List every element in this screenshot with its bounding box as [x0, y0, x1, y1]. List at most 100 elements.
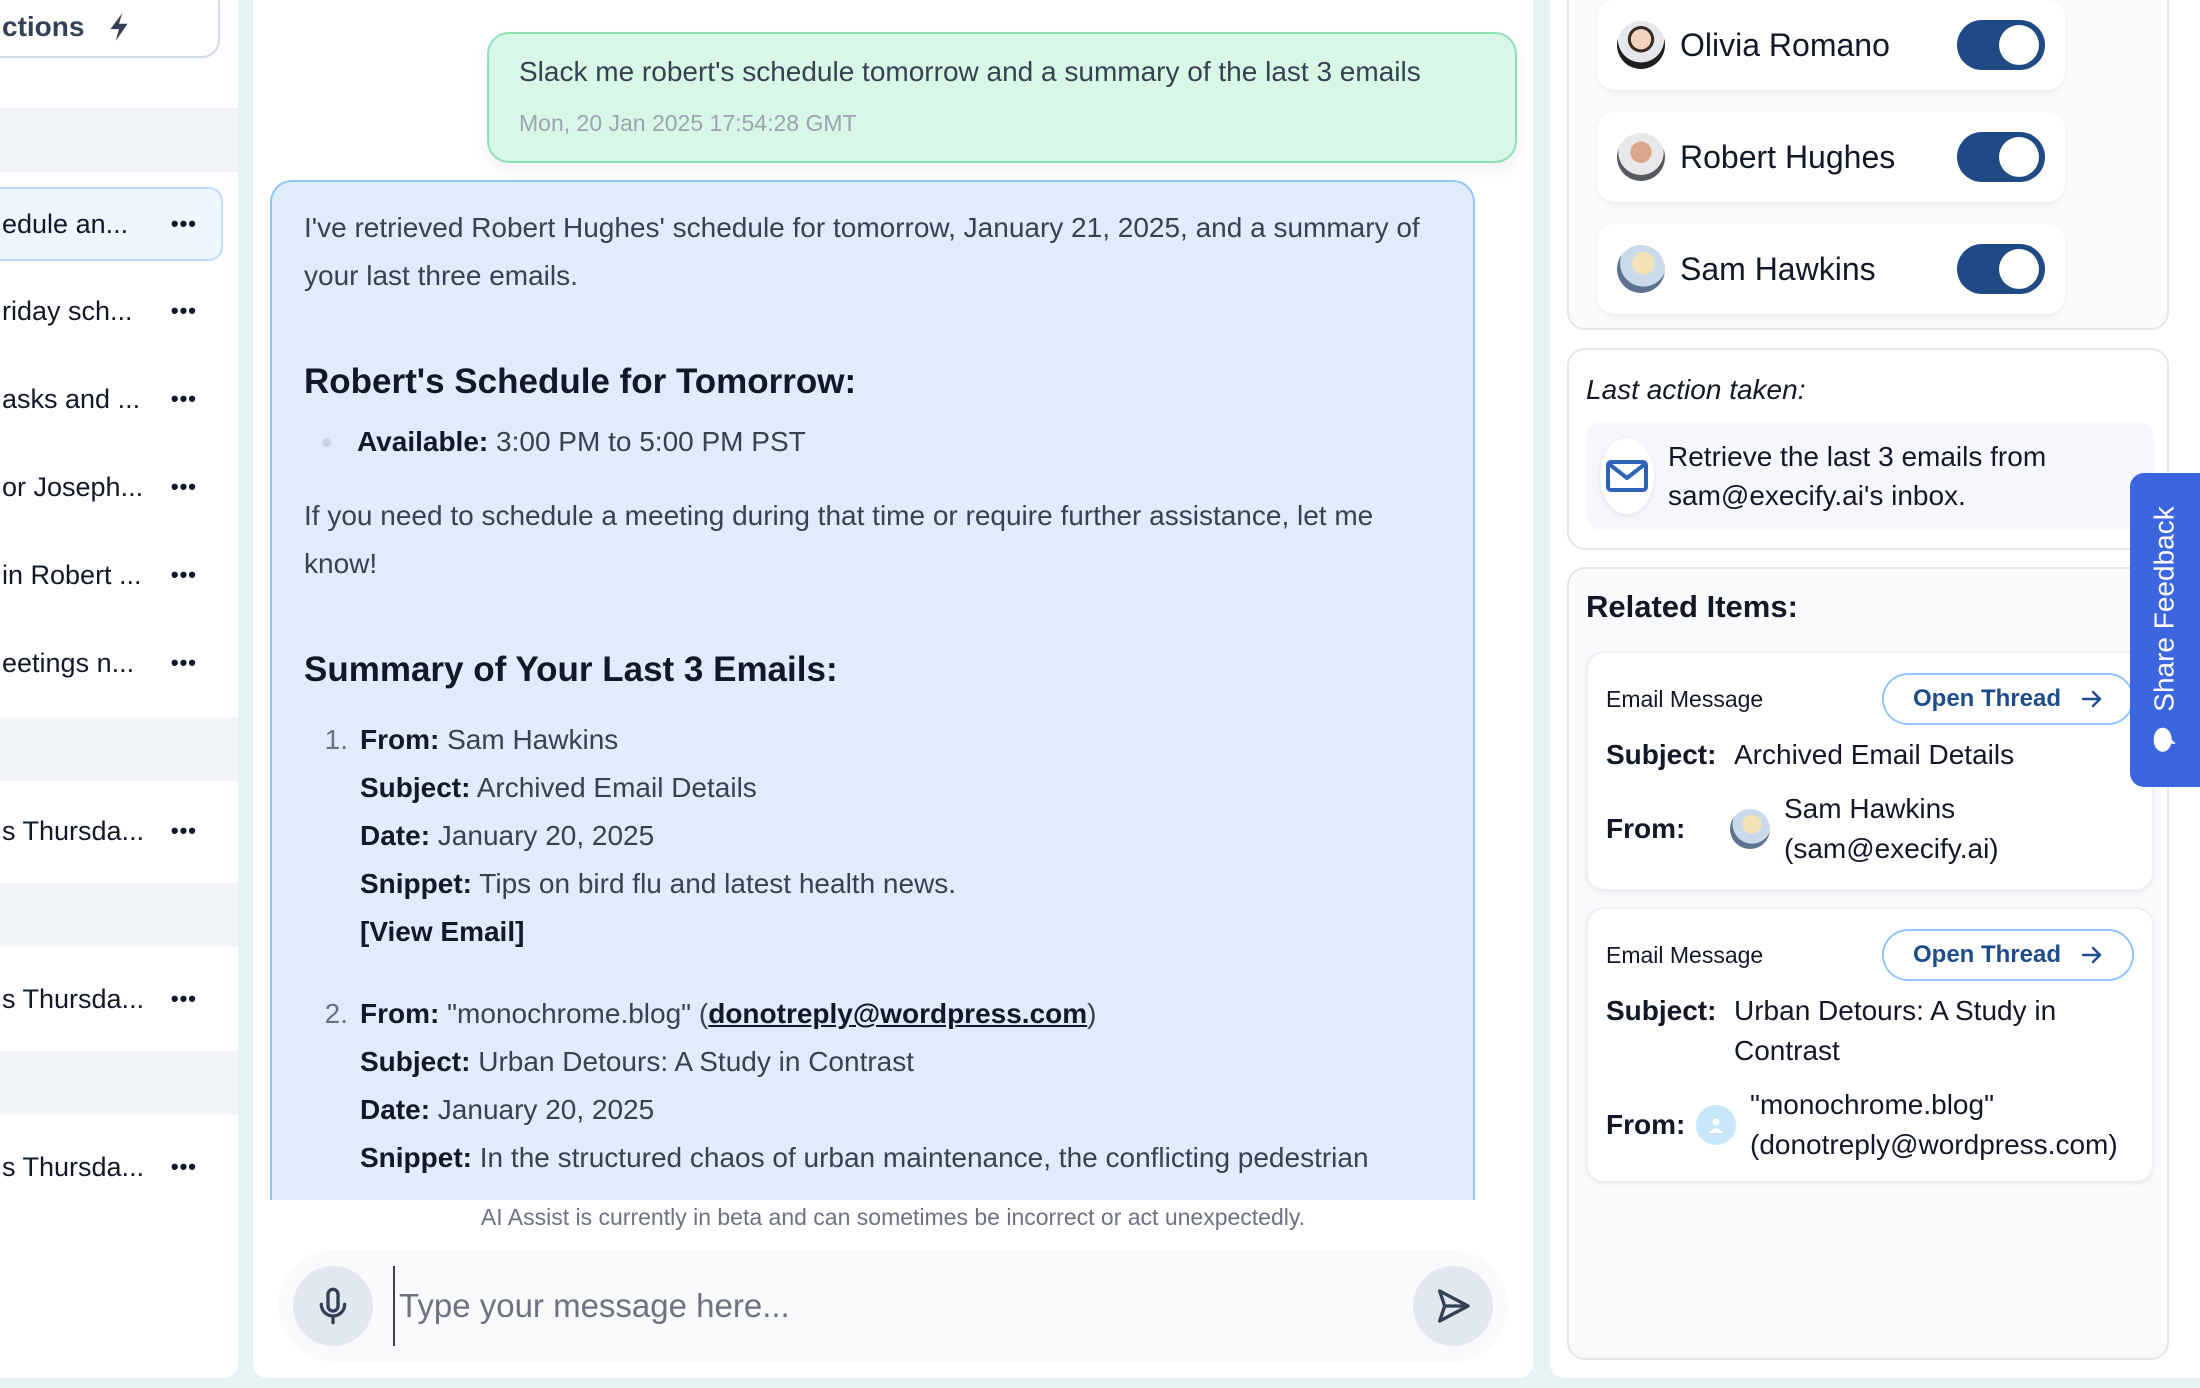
send-icon: [1438, 1289, 1470, 1323]
more-options-icon[interactable]: •••: [171, 386, 197, 412]
related-items-title: Related Items:: [1586, 589, 1798, 624]
actions-button[interactable]: ctions: [0, 0, 220, 58]
arrow-right-icon: [2081, 946, 2102, 964]
person-card: Sam Hawkins: [1597, 224, 2065, 314]
field-label: From:: [360, 724, 440, 755]
user-message-text: Slack me robert's schedule tomorrow and …: [519, 56, 1421, 87]
message-input[interactable]: [393, 1266, 1413, 1346]
section-header: [0, 108, 238, 172]
thread-title: s Thursda...: [2, 1151, 145, 1182]
avatar: [1617, 245, 1665, 293]
actions-label: ctions: [2, 11, 85, 42]
thread-item[interactable]: in Robert ... •••: [0, 538, 223, 612]
thread-title: s Thursda...: [2, 983, 145, 1014]
more-options-icon[interactable]: •••: [171, 474, 197, 500]
field-label: Date:: [360, 820, 431, 851]
section-header: [0, 1051, 238, 1115]
thread-title: asks and ...: [2, 383, 141, 414]
last-action-item: Retrieve the last 3 emails from sam@exec…: [1586, 422, 2154, 530]
from-label: From:: [1606, 813, 1686, 844]
people-group: Olivia Romano Robert Hughes Sam Hawkins: [1567, 0, 2169, 330]
more-options-icon[interactable]: •••: [171, 562, 197, 588]
microphone-button[interactable]: [293, 1266, 373, 1346]
email-date: January 20, 2025: [437, 820, 655, 851]
sender-avatar: [1696, 1105, 1736, 1145]
email-summary-item: 2. From: "monochrome.blog" (donotreply@w…: [304, 990, 1441, 1182]
sender-name: "monochrome.blog": [1750, 1089, 1995, 1120]
related-item-type: Email Message: [1606, 941, 1764, 968]
related-subject: Archived Email Details: [1734, 739, 2015, 770]
list-number: 2.: [324, 998, 348, 1029]
more-options-icon[interactable]: •••: [171, 211, 197, 237]
microphone-icon: [319, 1287, 347, 1325]
sender-avatar: [1730, 809, 1770, 849]
chat-bubble-icon: [2154, 727, 2176, 752]
sender-email: (sam@execify.ai): [1784, 833, 1999, 864]
section-header: [0, 717, 238, 781]
view-email-link[interactable]: [View Email]: [360, 916, 524, 947]
email-date: January 20, 2025: [437, 1094, 655, 1125]
open-thread-label: Open Thread: [1912, 685, 2062, 712]
field-label: Snippet:: [360, 868, 472, 899]
email-summary-item: 1. From: Sam Hawkins Subject: Archived E…: [304, 716, 1441, 956]
related-item: Email Message Open Thread Subject: Urban…: [1586, 907, 2154, 1183]
more-options-icon[interactable]: •••: [171, 298, 197, 324]
lightning-icon: [110, 13, 129, 41]
related-subject: Urban Detours: A Study in Contrast: [1734, 995, 2057, 1066]
send-button[interactable]: [1413, 1266, 1493, 1346]
person-name: Sam Hawkins: [1680, 250, 1876, 287]
share-feedback-label: Share Feedback: [2149, 506, 2180, 712]
open-thread-button[interactable]: Open Thread: [1882, 929, 2134, 981]
thread-item[interactable]: or Joseph... •••: [0, 450, 223, 524]
mail-icon: [1606, 460, 1648, 492]
thread-title: s Thursda...: [2, 815, 145, 846]
more-options-icon[interactable]: •••: [171, 1154, 197, 1180]
thread-title: or Joseph...: [2, 471, 144, 502]
message-composer: [278, 1250, 1508, 1362]
last-action-card: Last action taken: Retrieve the last 3 e…: [1567, 348, 2169, 550]
person-card: Olivia Romano: [1597, 0, 2065, 90]
schedule-item-value: 3:00 PM to 5:00 PM PST: [496, 426, 806, 457]
share-feedback-button[interactable]: Share Feedback: [2130, 473, 2200, 787]
emails-heading: Summary of Your Last 3 Emails:: [304, 650, 838, 689]
schedule-item: Available: 3:00 PM to 5:00 PM PST: [304, 418, 1441, 466]
person-toggle[interactable]: [1957, 20, 2045, 70]
related-item-type: Email Message: [1606, 685, 1764, 712]
user-icon: [1709, 1118, 1723, 1133]
thread-title: in Robert ...: [2, 559, 142, 590]
thread-item[interactable]: eetings n... •••: [0, 626, 223, 700]
thread-title: riday sch...: [2, 295, 133, 326]
more-options-icon[interactable]: •••: [171, 650, 197, 676]
assistant-message: I've retrieved Robert Hughes' schedule f…: [270, 180, 1475, 1200]
thread-item[interactable]: s Thursda... •••: [0, 794, 223, 868]
beta-disclaimer: AI Assist is currently in beta and can s…: [480, 1204, 1306, 1230]
paren: ): [1087, 998, 1097, 1029]
mail-icon-wrapper: [1600, 438, 1655, 514]
assistant-intro: I've retrieved Robert Hughes' schedule f…: [304, 212, 1420, 291]
open-thread-button[interactable]: Open Thread: [1882, 673, 2134, 725]
thread-item[interactable]: riday sch... •••: [0, 274, 223, 348]
list-number: 1.: [324, 724, 348, 755]
user-message: Slack me robert's schedule tomorrow and …: [487, 32, 1517, 163]
email-address-link[interactable]: donotreply@wordpress.com: [708, 998, 1087, 1029]
person-name: Olivia Romano: [1680, 26, 1890, 63]
open-thread-label: Open Thread: [1912, 941, 2062, 968]
schedule-heading: Robert's Schedule for Tomorrow:: [304, 362, 857, 401]
subject-label: Subject:: [1606, 995, 1717, 1026]
related-item: Email Message Open Thread Subject: Archi…: [1586, 651, 2154, 891]
person-toggle[interactable]: [1957, 132, 2045, 182]
arrow-right-icon: [2081, 690, 2102, 708]
thread-item[interactable]: edule an... •••: [0, 187, 223, 261]
thread-item[interactable]: s Thursda... •••: [0, 1130, 223, 1204]
thread-item[interactable]: s Thursda... •••: [0, 962, 223, 1036]
bullet-dot: [322, 437, 331, 447]
more-options-icon[interactable]: •••: [171, 818, 197, 844]
email-from: Sam Hawkins: [447, 724, 619, 755]
sender-email: (donotreply@wordpress.com): [1750, 1129, 2118, 1160]
thread-item[interactable]: asks and ... •••: [0, 362, 223, 436]
thread-title: eetings n...: [2, 647, 135, 678]
thread-title: edule an...: [2, 208, 129, 239]
person-toggle[interactable]: [1957, 244, 2045, 294]
more-options-icon[interactable]: •••: [171, 986, 197, 1012]
related-items-card: Related Items: Email Message Open Thread…: [1567, 567, 2169, 1360]
